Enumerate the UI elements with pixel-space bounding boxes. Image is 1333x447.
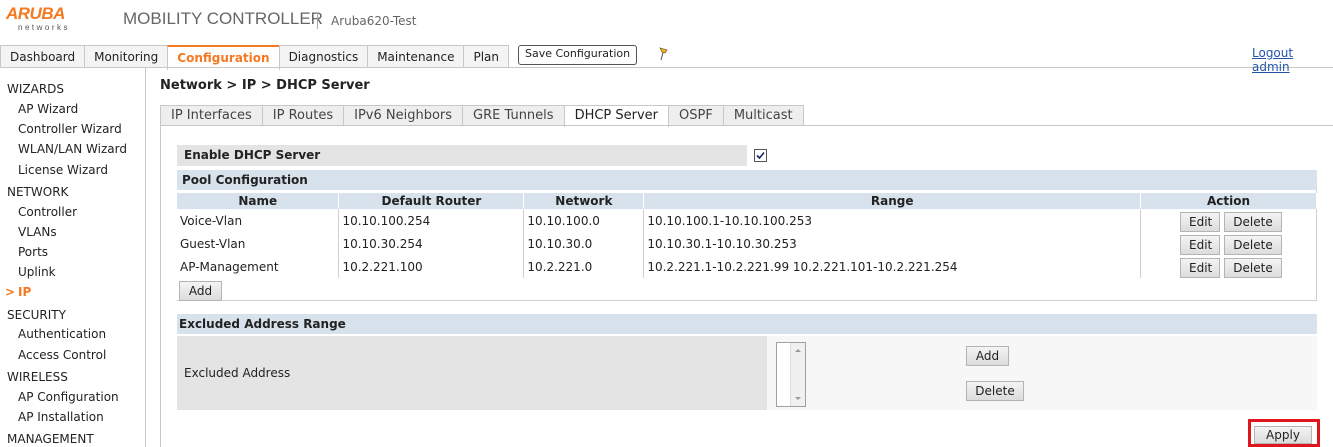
- excluded-address-label: Excluded Address: [177, 336, 767, 410]
- edit-button[interactable]: Edit: [1180, 212, 1220, 232]
- sidebar-heading-wireless: WIRELESS: [7, 370, 68, 384]
- add-excluded-button[interactable]: Add: [966, 346, 1009, 366]
- pool-range: 10.10.100.1-10.10.100.253: [643, 209, 1142, 232]
- pin-icon[interactable]: [657, 47, 669, 61]
- main-tab-bar: Dashboard Monitoring Configuration Diagn…: [0, 45, 510, 70]
- pool-range: 10.10.30.1-10.10.30.253: [643, 232, 1142, 255]
- enable-dhcp-label: Enable DHCP Server: [177, 145, 747, 166]
- pool-name: Voice-Vlan: [177, 209, 340, 232]
- tab-monitoring[interactable]: Monitoring: [84, 45, 169, 68]
- enable-dhcp-checkbox[interactable]: [754, 149, 767, 162]
- excluded-address-list[interactable]: [776, 342, 806, 407]
- sidebar-item-uplink[interactable]: Uplink: [18, 265, 56, 279]
- excluded-range-title: Excluded Address Range: [177, 314, 1317, 334]
- pool-name: Guest-Vlan: [177, 232, 340, 255]
- pool-network: 10.10.100.0: [523, 209, 645, 232]
- checkmark-icon: [756, 151, 765, 160]
- pool-router: 10.10.30.254: [338, 232, 525, 255]
- tab-multicast[interactable]: Multicast: [722, 105, 804, 126]
- sidebar-item-access-control[interactable]: Access Control: [18, 348, 106, 362]
- tab-ospf[interactable]: OSPF: [668, 105, 724, 126]
- pool-configuration-title: Pool Configuration: [177, 170, 1317, 190]
- edit-button[interactable]: Edit: [1180, 235, 1220, 255]
- delete-button[interactable]: Delete: [1224, 212, 1282, 232]
- chevron-right-icon: >: [5, 285, 16, 299]
- tab-plan[interactable]: Plan: [463, 45, 510, 68]
- sidebar-item-wlan-lan-wizard[interactable]: WLAN/LAN Wizard: [18, 142, 127, 156]
- apply-button[interactable]: Apply: [1254, 426, 1312, 444]
- tab-ip-routes[interactable]: IP Routes: [261, 105, 345, 126]
- breadcrumb: Network > IP > DHCP Server: [160, 78, 370, 93]
- header-divider: [317, 13, 318, 29]
- sidebar-item-controller[interactable]: Controller: [18, 205, 77, 219]
- tab-gre-tunnels[interactable]: GRE Tunnels: [462, 105, 565, 126]
- sub-tab-bar: IP Interfaces IP Routes IPv6 Neighbors G…: [160, 105, 804, 127]
- tab-ipv6-neighbors[interactable]: IPv6 Neighbors: [343, 105, 464, 126]
- logout-link[interactable]: Logout admin: [1252, 46, 1333, 74]
- column-header-range: Range: [643, 193, 1142, 209]
- sidebar-item-ports[interactable]: Ports: [18, 245, 48, 259]
- delete-excluded-button[interactable]: Delete: [966, 381, 1024, 401]
- pool-range: 10.2.221.1-10.2.221.99 10.2.221.101-10.2…: [643, 255, 1142, 278]
- tab-ip-interfaces[interactable]: IP Interfaces: [160, 105, 263, 126]
- column-header-action: Action: [1140, 193, 1317, 209]
- sidebar-item-vlans[interactable]: VLANs: [18, 225, 57, 239]
- pool-table: Name Default Router Network Range Action…: [177, 193, 1317, 278]
- save-configuration-button[interactable]: Save Configuration: [518, 45, 638, 65]
- delete-button[interactable]: Delete: [1224, 258, 1282, 278]
- product-title: MOBILITY CONTROLLER: [123, 9, 323, 28]
- sidebar-item-ap-wizard[interactable]: AP Wizard: [18, 102, 78, 116]
- edit-button[interactable]: Edit: [1180, 258, 1220, 278]
- sidebar-heading-wizards: WIZARDS: [7, 82, 65, 96]
- tab-diagnostics[interactable]: Diagnostics: [278, 45, 369, 68]
- tab-maintenance[interactable]: Maintenance: [367, 45, 465, 68]
- pool-router: 10.10.100.254: [338, 209, 525, 232]
- aruba-logo: ARUBA: [6, 4, 65, 23]
- list-scrollbar[interactable]: [790, 343, 805, 406]
- controller-name: Aruba620-Test: [331, 14, 417, 28]
- pool-header-row: Name Default Router Network Range Action: [177, 193, 1317, 209]
- delete-button[interactable]: Delete: [1224, 235, 1282, 255]
- sidebar-heading-security: SECURITY: [7, 308, 66, 322]
- aruba-logo-subtitle: networks: [18, 23, 71, 32]
- sidebar: WIZARDS AP Wizard Controller Wizard WLAN…: [0, 68, 146, 447]
- table-row: AP-Management 10.2.221.100 10.2.221.0 10…: [177, 255, 1317, 278]
- sidebar-heading-management: MANAGEMENT: [7, 432, 94, 446]
- table-row: Guest-Vlan 10.10.30.254 10.10.30.0 10.10…: [177, 232, 1317, 255]
- sidebar-item-authentication[interactable]: Authentication: [18, 327, 106, 341]
- excluded-address-area: [767, 336, 1317, 410]
- sidebar-item-ap-configuration[interactable]: AP Configuration: [18, 390, 119, 404]
- sidebar-item-ap-installation[interactable]: AP Installation: [18, 410, 104, 424]
- pool-network: 10.10.30.0: [523, 232, 645, 255]
- column-header-network: Network: [523, 193, 645, 209]
- pool-network: 10.2.221.0: [523, 255, 645, 278]
- column-header-default-router: Default Router: [338, 193, 525, 209]
- add-pool-button[interactable]: Add: [179, 281, 222, 301]
- sidebar-item-ip[interactable]: IP: [18, 285, 31, 299]
- main-tab-underline: [0, 67, 1333, 68]
- table-row: Voice-Vlan 10.10.100.254 10.10.100.0 10.…: [177, 209, 1317, 232]
- tab-dashboard[interactable]: Dashboard: [0, 45, 86, 68]
- sidebar-heading-network: NETWORK: [7, 185, 69, 199]
- sidebar-item-controller-wizard[interactable]: Controller Wizard: [18, 122, 122, 136]
- pool-router: 10.2.221.100: [338, 255, 525, 278]
- tab-dhcp-server[interactable]: DHCP Server: [563, 105, 670, 127]
- pool-name: AP-Management: [177, 255, 340, 278]
- sidebar-item-license-wizard[interactable]: License Wizard: [18, 163, 108, 177]
- column-header-name: Name: [177, 193, 340, 209]
